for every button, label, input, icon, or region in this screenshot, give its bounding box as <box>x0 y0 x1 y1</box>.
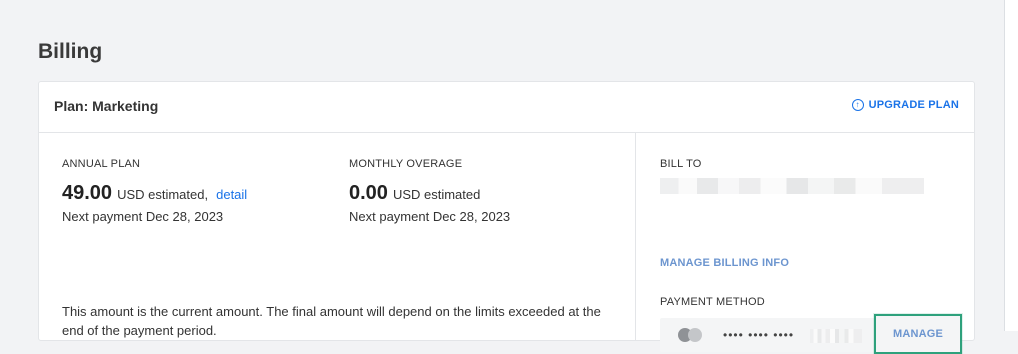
plan-name: Plan: Marketing <box>54 98 159 114</box>
manage-payment-button[interactable]: MANAGE <box>874 314 962 354</box>
arrow-up-circle-icon: ↑ <box>851 99 864 111</box>
upgrade-plan-label: UPGRADE PLAN <box>868 99 959 111</box>
masked-card-number: •••• •••• •••• <box>723 328 795 342</box>
upgrade-plan-button[interactable]: ↑ UPGRADE PLAN <box>851 99 959 111</box>
billing-info-panel: BILL TO MANAGE BILLING INFO PAYMENT METH… <box>635 133 974 354</box>
monthly-overage-currency: USD estimated <box>392 187 481 202</box>
plan-summary-panel: ANNUAL PLAN 49.00 USD estimated, detail … <box>39 133 635 340</box>
amount-note: This amount is the current amount. The f… <box>62 304 601 338</box>
detail-link[interactable]: detail <box>216 187 247 202</box>
card-brand-icon <box>678 328 702 342</box>
monthly-overage-amount: 0.00 <box>349 182 388 204</box>
scrollbar-track[interactable] <box>1004 0 1018 331</box>
bill-to-label: BILL TO <box>660 158 702 170</box>
payment-method-label: PAYMENT METHOD <box>660 296 765 308</box>
annual-plan-label: ANNUAL PLAN <box>62 158 141 170</box>
card-header: Plan: Marketing ↑ UPGRADE PLAN <box>39 82 974 133</box>
annual-plan-currency: USD estimated, <box>117 187 209 202</box>
annual-plan-amount: 49.00 <box>62 182 113 204</box>
monthly-overage-section: MONTHLY OVERAGE 0.00 USD estimated Next … <box>349 158 510 224</box>
redacted-card-digits <box>810 329 862 343</box>
monthly-overage-label: MONTHLY OVERAGE <box>349 158 463 170</box>
page-title: Billing <box>38 40 103 63</box>
redacted-bill-to-address <box>660 178 924 194</box>
annual-next-payment: Next payment Dec 28, 2023 <box>62 209 224 224</box>
manage-billing-info-link[interactable]: MANAGE BILLING INFO <box>660 257 789 269</box>
billing-card: Plan: Marketing ↑ UPGRADE PLAN ANNUAL PL… <box>38 81 975 354</box>
annual-plan-section: ANNUAL PLAN 49.00 USD estimated, detail … <box>62 158 247 224</box>
overage-next-payment: Next payment Dec 28, 2023 <box>349 209 511 224</box>
